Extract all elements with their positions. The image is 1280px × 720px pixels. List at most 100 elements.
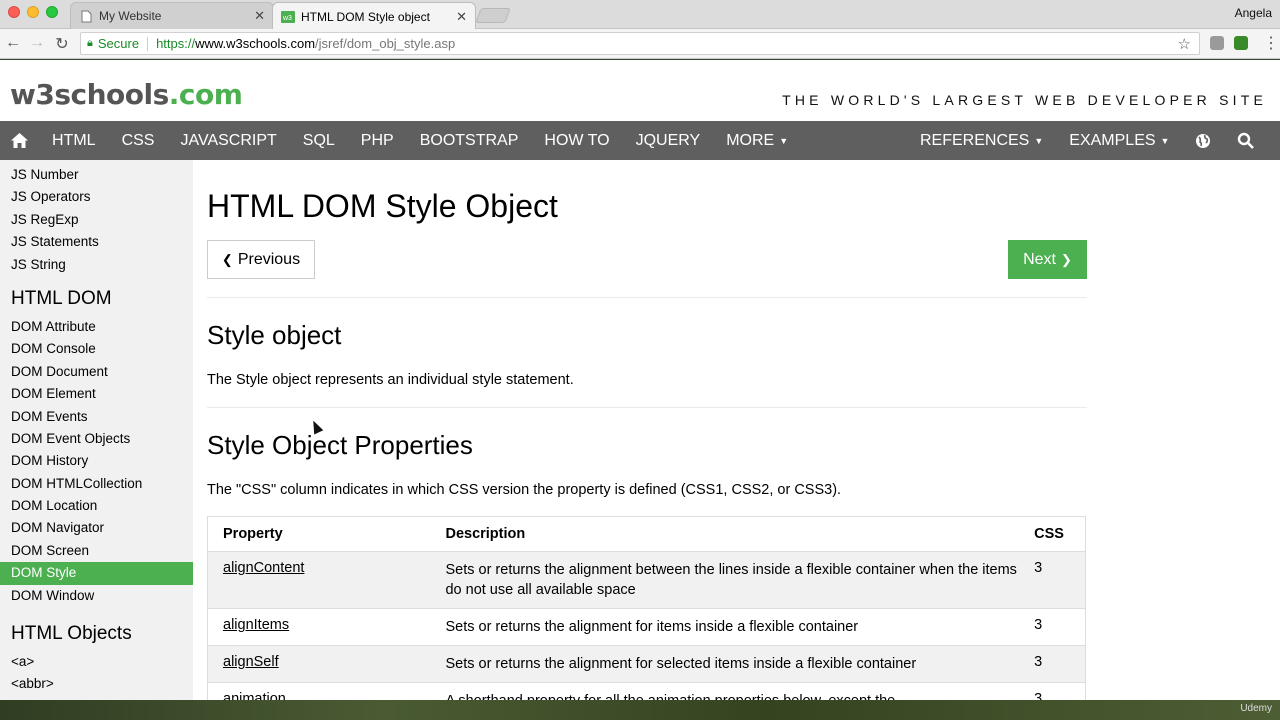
property-css-version: 3	[1034, 691, 1043, 700]
close-tab-icon[interactable]: ✕	[254, 8, 265, 24]
back-arrow-icon[interactable]: ←	[4, 34, 22, 52]
nav-html[interactable]: HTML	[39, 121, 109, 160]
tab-title: HTML DOM Style object	[301, 9, 430, 24]
document-icon	[79, 9, 93, 23]
site-tagline: THE WORLD'S LARGEST WEB DEVELOPER SITE	[782, 92, 1267, 108]
next-button[interactable]: Next ❯	[1008, 240, 1087, 279]
column-header-description: Description	[445, 526, 526, 542]
column-header-property: Property	[223, 526, 283, 542]
extension-icon[interactable]	[1210, 36, 1224, 50]
sidebar-item-dom-screen[interactable]: DOM Screen	[0, 540, 193, 562]
w3schools-favicon-icon: w3	[281, 10, 295, 24]
column-header-css: CSS	[1034, 526, 1064, 542]
sidebar-heading-html-objects: HTML Objects	[11, 623, 132, 645]
nav-jquery[interactable]: JQUERY	[623, 121, 714, 160]
url-scheme: https://	[156, 36, 196, 51]
property-description: Sets or returns the alignment between th…	[445, 562, 1017, 598]
nav-javascript[interactable]: JAVASCRIPT	[167, 121, 289, 160]
sidebar-item-a[interactable]: <a>	[0, 651, 193, 673]
sidebar-heading-html-dom: HTML DOM	[11, 287, 112, 309]
sidebar-item-dom-element[interactable]: DOM Element	[0, 383, 193, 405]
property-link[interactable]: alignItems	[223, 617, 289, 633]
nav-examples[interactable]: EXAMPLES ▼	[1056, 121, 1182, 160]
table-header-row: Property Description CSS	[208, 517, 1085, 552]
property-link[interactable]: alignContent	[223, 560, 304, 576]
sidebar-item-js-number[interactable]: JS Number	[0, 164, 193, 186]
sidebar-item-dom-event-objects[interactable]: DOM Event Objects	[0, 428, 193, 450]
section-title-style-object: Style object	[207, 320, 342, 350]
address-bar[interactable]: 🔒︎ Secure https://www.w3schools.com/jsre…	[80, 32, 1200, 55]
sidebar-item-dom-location[interactable]: DOM Location	[0, 495, 193, 517]
sidebar: JS Number JS Operators JS RegExp JS Stat…	[0, 160, 193, 700]
nav-bootstrap[interactable]: BOOTSTRAP	[407, 121, 532, 160]
tab-title: My Website	[99, 9, 162, 23]
section-text-properties: The "CSS" column indicates in which CSS …	[207, 482, 842, 498]
bookmark-star-icon[interactable]: ☆	[1178, 35, 1191, 53]
sidebar-item-js-regexp[interactable]: JS RegExp	[0, 209, 193, 231]
divider	[207, 297, 1087, 298]
sidebar-item-dom-history[interactable]: DOM History	[0, 450, 193, 472]
extension-icon[interactable]	[1234, 36, 1248, 50]
previous-button[interactable]: ❮ Previous	[207, 240, 315, 279]
sidebar-item-js-string[interactable]: JS String	[0, 254, 193, 276]
profile-name[interactable]: Angela	[1235, 6, 1272, 20]
sidebar-item-dom-htmlcollection[interactable]: DOM HTMLCollection	[0, 473, 193, 495]
table-row: alignContent Sets or returns the alignme…	[208, 552, 1085, 609]
property-css-version: 3	[1034, 617, 1043, 633]
browser-toolbar: ← → ↻ 🔒︎ Secure https://www.w3schools.co…	[0, 29, 1280, 59]
reload-icon[interactable]: ↻	[53, 34, 71, 54]
url-host: www.w3schools.com	[195, 36, 316, 51]
menu-dots-icon[interactable]: ⋮	[1262, 33, 1280, 53]
sidebar-item-dom-attribute[interactable]: DOM Attribute	[0, 316, 193, 338]
search-icon[interactable]	[1224, 121, 1267, 160]
chevron-right-icon: ❯	[1061, 251, 1072, 267]
sidebar-item-dom-style[interactable]: DOM Style	[0, 562, 193, 585]
forward-arrow-icon[interactable]: →	[28, 34, 46, 52]
secure-label: Secure	[97, 36, 140, 51]
sidebar-item-js-operators[interactable]: JS Operators	[0, 186, 193, 208]
property-description: A shorthand property for all the animati…	[445, 691, 1030, 700]
properties-table: Property Description CSS alignContent Se…	[207, 516, 1086, 700]
property-link[interactable]: animation	[223, 691, 286, 700]
sidebar-item-dom-document[interactable]: DOM Document	[0, 361, 193, 383]
caret-down-icon: ▼	[1160, 135, 1170, 146]
browser-tab-my-website[interactable]: My Website ✕	[70, 2, 274, 29]
sidebar-item-abbr[interactable]: <abbr>	[0, 673, 193, 695]
site-header: w3schools.com THE WORLD'S LARGEST WEB DE…	[0, 60, 1280, 121]
url-path: /jsref/dom_obj_style.asp	[315, 36, 456, 51]
nav-references[interactable]: REFERENCES ▼	[907, 121, 1056, 160]
top-navigation: HTML CSS JAVASCRIPT SQL PHP BOOTSTRAP HO…	[0, 121, 1280, 160]
maximize-window-button[interactable]	[46, 6, 58, 18]
web-page: w3schools.com THE WORLD'S LARGEST WEB DE…	[0, 60, 1280, 700]
svg-text:w3: w3	[282, 15, 292, 22]
desktop-background	[0, 700, 1280, 720]
close-tab-icon[interactable]: ✕	[456, 9, 467, 25]
browser-tab-dom-style[interactable]: w3 HTML DOM Style object ✕	[272, 2, 476, 30]
page-title: HTML DOM Style Object	[207, 188, 558, 224]
divider	[147, 36, 149, 51]
nav-css[interactable]: CSS	[109, 121, 168, 160]
site-logo[interactable]: w3schools.com	[10, 78, 243, 111]
sidebar-item-js-statements[interactable]: JS Statements	[0, 231, 193, 253]
nav-sql[interactable]: SQL	[290, 121, 348, 160]
sidebar-item-dom-console[interactable]: DOM Console	[0, 338, 193, 360]
nav-php[interactable]: PHP	[348, 121, 407, 160]
home-icon[interactable]	[0, 121, 39, 160]
sidebar-item-dom-window[interactable]: DOM Window	[0, 585, 193, 607]
lock-icon: 🔒︎	[87, 37, 93, 49]
nav-how-to[interactable]: HOW TO	[531, 121, 622, 160]
property-link[interactable]: alignSelf	[223, 654, 279, 670]
new-tab-button[interactable]	[475, 8, 511, 23]
udemy-watermark: Udemy	[1240, 703, 1272, 714]
sidebar-item-dom-navigator[interactable]: DOM Navigator	[0, 517, 193, 539]
nav-more[interactable]: MORE ▼	[713, 121, 801, 160]
sidebar-item-dom-events[interactable]: DOM Events	[0, 406, 193, 428]
property-description: Sets or returns the alignment for items …	[445, 619, 859, 635]
minimize-window-button[interactable]	[27, 6, 39, 18]
globe-icon[interactable]	[1182, 121, 1224, 160]
close-window-button[interactable]	[8, 6, 20, 18]
property-css-version: 3	[1034, 654, 1043, 670]
section-text-style-object: The Style object represents an individua…	[207, 372, 574, 388]
property-description: Sets or returns the alignment for select…	[445, 656, 917, 672]
chevron-left-icon: ❮	[221, 251, 233, 267]
